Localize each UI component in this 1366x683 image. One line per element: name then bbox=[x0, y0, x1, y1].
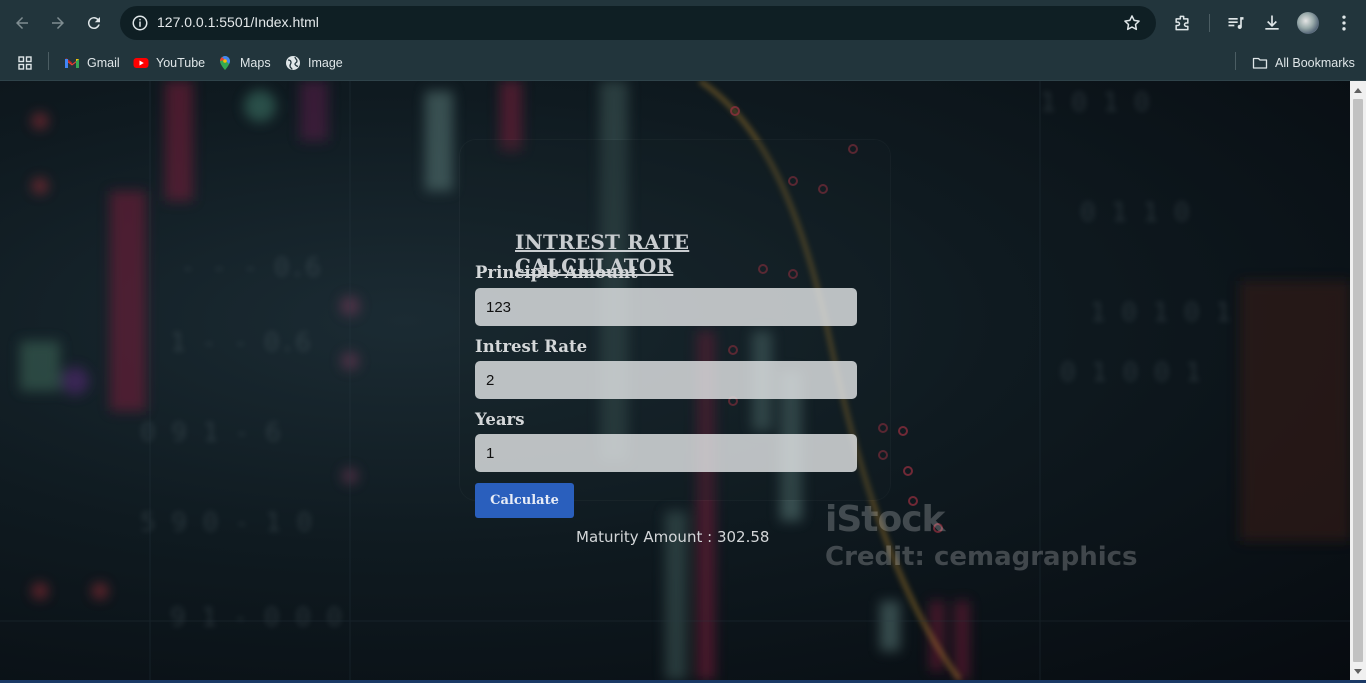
bookmarks-bar: Gmail YouTube Maps Image All Bookmarks bbox=[0, 46, 1366, 81]
svg-text:1 0 1 0: 1 0 1 0 bbox=[1040, 88, 1150, 118]
page-scrollbar[interactable] bbox=[1350, 81, 1366, 680]
bookmarks-apps-divider bbox=[48, 52, 49, 70]
youtube-icon bbox=[133, 58, 149, 68]
bookmarks-divider bbox=[1235, 52, 1236, 70]
bookmark-youtube[interactable]: YouTube bbox=[133, 52, 205, 74]
media-control-icon[interactable] bbox=[1225, 12, 1247, 34]
years-label: Years bbox=[475, 410, 525, 429]
bookmark-label: YouTube bbox=[156, 56, 206, 70]
site-info-icon[interactable] bbox=[128, 11, 152, 35]
svg-text:0 1 0 0 1: 0 1 0 0 1 bbox=[1060, 358, 1201, 388]
bookmark-label: Maps bbox=[240, 56, 271, 70]
years-input[interactable]: 1 bbox=[475, 434, 857, 472]
watermark-credit: Credit: cemagraphics bbox=[825, 542, 1138, 572]
maturity-amount: Maturity Amount : 302.58 bbox=[576, 528, 769, 546]
forward-arrow-icon bbox=[52, 17, 64, 29]
bookmark-star-icon[interactable] bbox=[1122, 13, 1142, 33]
interest-rate-label: Intrest Rate bbox=[475, 337, 588, 356]
address-bar[interactable]: 127.0.0.1:5501/Index.html bbox=[120, 6, 1156, 40]
toolbar-divider bbox=[1209, 14, 1210, 32]
all-bookmarks-button[interactable]: All Bookmarks bbox=[1252, 52, 1355, 74]
reload-icon bbox=[87, 17, 100, 30]
svg-text:5 9 0 - 1 0: 5 9 0 - 1 0 bbox=[140, 508, 312, 538]
folder-icon bbox=[1252, 57, 1268, 69]
svg-text:9 1 - 0 0 0: 9 1 - 0 0 0 bbox=[170, 603, 342, 633]
back-button[interactable] bbox=[10, 11, 34, 35]
back-arrow-icon bbox=[16, 17, 28, 29]
browser-menu-icon[interactable] bbox=[1333, 12, 1355, 34]
globe-icon bbox=[286, 56, 300, 70]
maps-icon bbox=[220, 56, 230, 70]
download-icon[interactable] bbox=[1261, 12, 1283, 34]
calculate-button[interactable]: Calculate bbox=[475, 483, 574, 518]
scrollbar-thumb[interactable] bbox=[1353, 99, 1363, 662]
apps-grid-icon[interactable] bbox=[17, 52, 33, 74]
gmail-icon bbox=[65, 58, 79, 68]
maturity-amount-label: Maturity Amount : bbox=[576, 528, 713, 546]
scroll-up-arrow-icon[interactable] bbox=[1354, 88, 1362, 93]
bookmark-label: Gmail bbox=[87, 56, 120, 70]
bookmark-gmail[interactable]: Gmail bbox=[64, 52, 120, 74]
forward-button[interactable] bbox=[46, 11, 70, 35]
reload-button[interactable] bbox=[82, 11, 106, 35]
scroll-down-arrow-icon[interactable] bbox=[1354, 669, 1362, 674]
extensions-icon[interactable] bbox=[1171, 12, 1193, 34]
maturity-amount-value: 302.58 bbox=[716, 528, 770, 546]
url-text: 127.0.0.1:5501/Index.html bbox=[157, 14, 319, 30]
browser-toolbar: 127.0.0.1:5501/Index.html bbox=[0, 0, 1366, 46]
svg-text:0 9 1 - 6: 0 9 1 - 6 bbox=[140, 418, 281, 448]
bookmark-maps[interactable]: Maps bbox=[217, 52, 271, 74]
principle-amount-label: Principle Amount bbox=[475, 263, 638, 282]
principle-amount-input[interactable]: 123 bbox=[475, 288, 857, 326]
svg-text:1 - - 0.6: 1 - - 0.6 bbox=[170, 328, 311, 358]
bookmark-image[interactable]: Image bbox=[285, 52, 343, 74]
svg-text:1 0 1 0 1: 1 0 1 0 1 bbox=[1090, 298, 1231, 328]
stock-watermark: iStock Credit: cemagraphics bbox=[825, 499, 1138, 572]
all-bookmarks-label: All Bookmarks bbox=[1275, 56, 1355, 70]
svg-text:- - - 0.6: - - - 0.6 bbox=[180, 253, 321, 283]
watermark-brand: iStock bbox=[825, 499, 945, 540]
profile-avatar[interactable] bbox=[1297, 12, 1319, 34]
svg-text:0 1 1 0: 0 1 1 0 bbox=[1080, 198, 1190, 228]
interest-rate-input[interactable]: 2 bbox=[475, 361, 857, 399]
bookmark-label: Image bbox=[308, 56, 343, 70]
